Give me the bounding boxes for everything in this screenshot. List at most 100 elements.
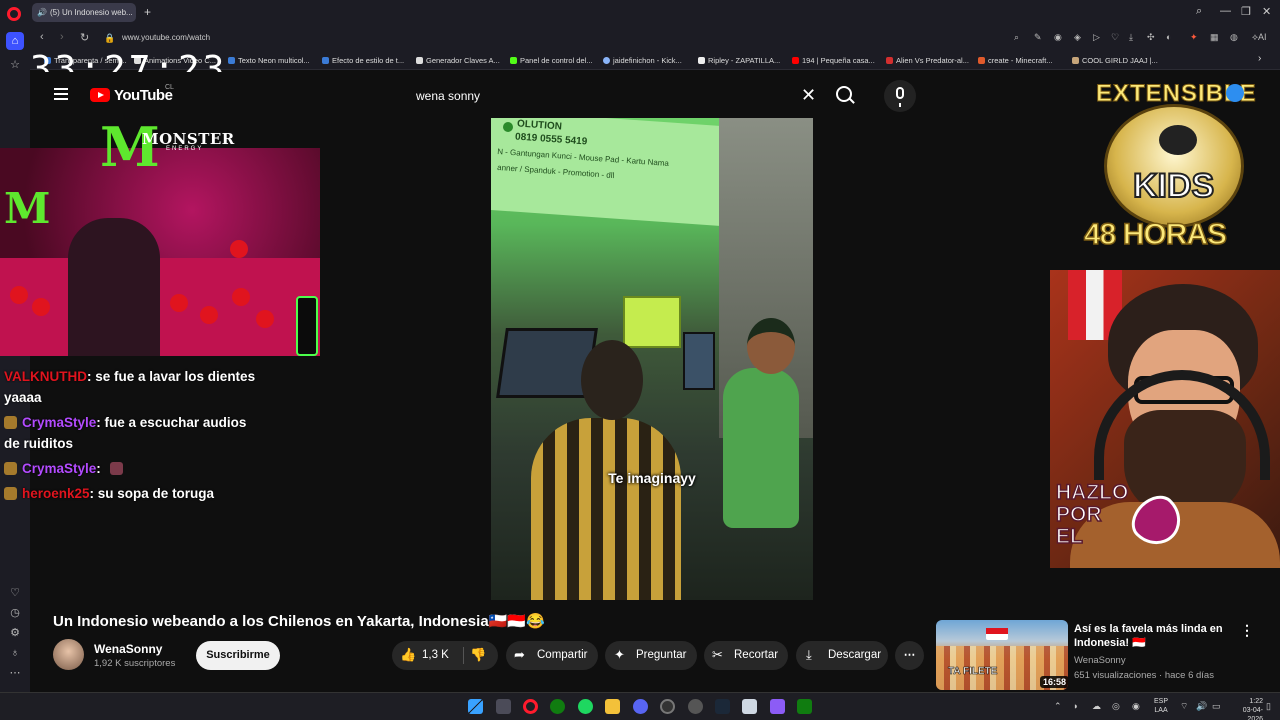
discord-icon[interactable] bbox=[633, 699, 648, 714]
opera-taskbar-icon[interactable] bbox=[523, 699, 538, 714]
download-icon[interactable]: ⤓ bbox=[1129, 32, 1133, 43]
chat-username: CrymaStyle bbox=[22, 461, 97, 476]
url-field[interactable]: www.youtube.com/watch bbox=[122, 33, 210, 42]
clip-button[interactable]: ✂ Recortar bbox=[704, 641, 788, 670]
browser-tab-active[interactable]: 🔊 (5) Un Indonesio web... bbox=[32, 3, 136, 22]
tray-chevron-icon[interactable]: ⌃ bbox=[1054, 701, 1062, 712]
like-icon[interactable]: 👍 bbox=[400, 648, 416, 662]
battery-icon[interactable]: ▭ bbox=[1212, 701, 1221, 712]
pin-icon[interactable]: ☆ bbox=[8, 58, 22, 72]
keyboard-language[interactable]: ESP LAA bbox=[1154, 697, 1168, 715]
settings-icon[interactable]: ⚙ bbox=[8, 626, 22, 640]
chat-username: heroenk25 bbox=[22, 486, 90, 501]
maximize-icon[interactable]: ❐ bbox=[1241, 5, 1251, 18]
bookmark-item[interactable]: jaidefinichon - Kick... bbox=[603, 56, 682, 65]
edit-icon[interactable]: ✎ bbox=[1034, 32, 1042, 43]
xbox-game-bar-icon[interactable] bbox=[797, 699, 812, 714]
youtube-logo-icon[interactable] bbox=[90, 88, 110, 102]
recommended-thumbnail[interactable]: TA FILETE 16:58 bbox=[936, 620, 1068, 690]
subscribe-button[interactable]: Suscribirme bbox=[196, 641, 280, 670]
zoom-icon[interactable]: ⌕ bbox=[1014, 32, 1019, 43]
new-tab-icon[interactable]: + bbox=[144, 5, 151, 19]
spotify-icon[interactable] bbox=[578, 699, 593, 714]
play-icon[interactable]: ▷ bbox=[1093, 32, 1100, 43]
bookmark-item[interactable]: Texto Neon multicol... bbox=[228, 56, 310, 65]
tray-app-icon[interactable]: ☁ bbox=[1092, 701, 1101, 712]
dislike-icon[interactable]: 👎 bbox=[470, 648, 486, 662]
heart-icon[interactable]: ♡ bbox=[8, 586, 22, 600]
xbox-icon[interactable] bbox=[550, 699, 565, 714]
volume-icon[interactable]: 🔊 bbox=[1196, 701, 1207, 712]
recommended-menu-icon[interactable]: ⋮ bbox=[1240, 622, 1254, 639]
chrome-icon[interactable] bbox=[688, 699, 703, 714]
bookmarks-more-icon[interactable]: › bbox=[1258, 53, 1261, 64]
search-icon[interactable] bbox=[836, 86, 852, 102]
more-icon[interactable]: ⋯ bbox=[8, 666, 22, 680]
windows-start-icon[interactable] bbox=[468, 699, 483, 714]
profile-icon[interactable]: ◐ bbox=[1166, 32, 1171, 42]
hamburger-menu-icon[interactable] bbox=[54, 88, 68, 100]
clock[interactable]: 1:22 03-04-2026 bbox=[1229, 697, 1263, 720]
obs-icon[interactable] bbox=[660, 699, 675, 714]
steam-icon[interactable] bbox=[715, 699, 730, 714]
more-actions-button[interactable]: ⋯ bbox=[895, 641, 924, 670]
channel-name[interactable]: WenaSonny bbox=[94, 642, 162, 656]
history-icon[interactable]: ◷ bbox=[8, 606, 22, 620]
extension-grid-icon[interactable]: ▦ bbox=[1210, 32, 1219, 43]
forward-icon[interactable]: › bbox=[60, 31, 64, 43]
close-window-icon[interactable]: ✕ bbox=[1262, 5, 1271, 18]
reload-icon[interactable]: ↻ bbox=[80, 31, 89, 44]
file-explorer-icon[interactable] bbox=[605, 699, 620, 714]
youtube-logo-text[interactable]: YouTube bbox=[114, 87, 173, 104]
download-button[interactable]: ⤓ Descargar bbox=[796, 641, 888, 670]
notepad-icon[interactable] bbox=[742, 699, 757, 714]
tray-app-icon[interactable]: ◎ bbox=[1112, 701, 1120, 712]
thumbnail-text: TA FILETE bbox=[948, 666, 998, 678]
ai-button[interactable]: ⟡AI bbox=[1252, 32, 1266, 43]
ask-button[interactable]: ✦ Preguntar bbox=[605, 641, 697, 670]
speaker-icon[interactable]: 🔊 bbox=[37, 8, 47, 17]
lightbulb-icon[interactable]: ♁ bbox=[8, 646, 22, 660]
voice-search-button[interactable] bbox=[884, 80, 916, 112]
extension-icon-2[interactable]: ◍ bbox=[1230, 32, 1238, 43]
bookmark-icon[interactable]: ♡ bbox=[1111, 32, 1119, 43]
opera-logo-icon[interactable] bbox=[7, 7, 21, 21]
bookmark-item[interactable]: Alien Vs Predator-al... bbox=[886, 56, 969, 65]
search-tabs-icon[interactable]: ⌕ bbox=[1196, 5, 1202, 18]
video-player[interactable]: OLUTION 0819 0555 5419 N - Gantungan Kun… bbox=[491, 118, 813, 600]
tray-app-icon[interactable]: ◗ bbox=[1073, 701, 1078, 711]
monster-sub: ENERGY bbox=[166, 146, 204, 152]
wifi-icon[interactable]: ⌔ bbox=[1180, 701, 1188, 712]
channel-avatar[interactable] bbox=[53, 639, 84, 670]
search-input[interactable]: wena sonny bbox=[416, 89, 480, 103]
back-icon[interactable]: ‹ bbox=[40, 31, 44, 43]
recommended-title[interactable]: Así es la favela más linda en Indonesia!… bbox=[1074, 622, 1224, 650]
bookmark-item[interactable]: Ripley - ZAPATILLA... bbox=[698, 56, 780, 65]
clear-search-icon[interactable]: ✕ bbox=[801, 85, 816, 106]
browser-tab-bar: 🔊 (5) Un Indonesio web... + ⌕ — ❐ ✕ bbox=[0, 0, 1280, 26]
home-icon[interactable]: ⌂ bbox=[6, 32, 24, 50]
task-view-icon[interactable] bbox=[496, 699, 511, 714]
bookmark-item[interactable]: Panel de control del... bbox=[510, 56, 593, 65]
bookmark-item[interactable]: COOL GIRLD JAAJ |... bbox=[1072, 56, 1158, 65]
chat-message: CrymaStyle: bbox=[4, 458, 264, 479]
badge-dot-icon bbox=[1226, 84, 1244, 102]
app-icon[interactable] bbox=[770, 699, 785, 714]
bookmark-item[interactable]: create - Minecraft... bbox=[978, 56, 1053, 65]
notification-icon[interactable]: ▯ bbox=[1266, 701, 1271, 712]
share-button[interactable]: ➦ Compartir bbox=[506, 641, 598, 670]
bookmark-item[interactable]: Generador Claves A... bbox=[416, 56, 500, 65]
bookmark-favicon-icon bbox=[1072, 57, 1079, 64]
bookmark-favicon-icon bbox=[510, 57, 517, 64]
tray-app-icon[interactable]: ◉ bbox=[1132, 701, 1140, 712]
like-count[interactable]: 1,3 K bbox=[422, 641, 449, 670]
puzzle-icon[interactable]: ✣ bbox=[1147, 32, 1155, 43]
minimize-icon[interactable]: — bbox=[1220, 5, 1231, 17]
recommended-channel[interactable]: WenaSonny bbox=[1074, 655, 1126, 666]
extension-icon[interactable]: ✦ bbox=[1190, 32, 1198, 43]
shield-icon[interactable]: ◈ bbox=[1074, 32, 1081, 43]
video-person bbox=[723, 368, 799, 528]
bookmark-item[interactable]: 194 | Pequeña casa... bbox=[792, 56, 875, 65]
bookmark-item[interactable]: Efecto de estilo de t... bbox=[322, 56, 404, 65]
camera-icon[interactable]: ◉ bbox=[1054, 32, 1062, 43]
